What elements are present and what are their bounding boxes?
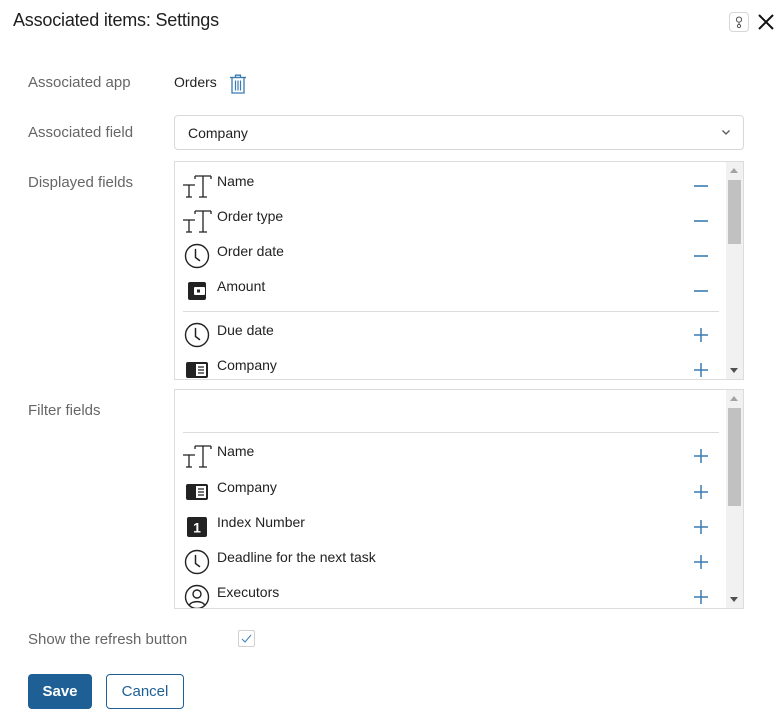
available-field-item[interactable]: Company <box>175 476 727 511</box>
scroll-thumb[interactable] <box>728 180 741 244</box>
save-button[interactable]: Save <box>28 674 92 709</box>
help-button[interactable] <box>729 12 749 32</box>
associated-field-label: Associated field <box>28 124 134 141</box>
scroll-up-arrow[interactable] <box>730 168 738 173</box>
filter-fields-label: Filter fields <box>28 402 101 419</box>
checkmark-icon <box>241 634 252 643</box>
displayed-field-item[interactable]: Amount <box>175 275 727 310</box>
available-field-item[interactable]: 1 Index Number <box>175 511 727 546</box>
clock-icon <box>182 321 212 349</box>
svg-text:1: 1 <box>193 520 201 536</box>
plus-icon <box>694 590 708 604</box>
scroll-thumb[interactable] <box>728 408 741 506</box>
field-label: Due date <box>217 322 274 338</box>
associated-field-select[interactable]: Company <box>174 115 744 150</box>
scroll-down-arrow[interactable] <box>730 368 738 373</box>
available-field-item[interactable]: Name <box>175 440 727 475</box>
minus-icon <box>694 255 708 257</box>
plus-icon <box>694 363 708 377</box>
field-label: Amount <box>217 278 266 294</box>
plus-icon <box>694 485 708 499</box>
filter-fields-list[interactable]: Name Company 1 Index Number Deadline for… <box>174 389 744 609</box>
clock-icon <box>182 242 212 270</box>
remove-field-button[interactable] <box>693 283 709 299</box>
field-label: Name <box>217 173 255 189</box>
add-field-button[interactable] <box>693 519 709 535</box>
plus-icon <box>694 328 708 342</box>
scroll-down-arrow[interactable] <box>730 597 738 602</box>
clock-icon <box>182 548 212 576</box>
add-field-button[interactable] <box>693 448 709 464</box>
available-field-item[interactable]: Deadline for the next task <box>175 546 727 581</box>
add-field-button[interactable] <box>693 327 709 343</box>
remove-field-button[interactable] <box>693 178 709 194</box>
cancel-button[interactable]: Cancel <box>106 674 184 709</box>
field-label: Name <box>217 443 255 459</box>
field-label: Order date <box>217 243 284 259</box>
add-field-button[interactable] <box>693 589 709 605</box>
available-field-item[interactable]: Executors <box>175 581 727 608</box>
field-label: Company <box>217 479 277 495</box>
minus-icon <box>694 290 708 292</box>
dialog-title: Associated items: Settings <box>13 10 219 30</box>
chevron-down-icon <box>722 130 730 135</box>
remove-field-button[interactable] <box>693 248 709 264</box>
help-icon <box>735 16 743 28</box>
displayed-field-item[interactable]: Name <box>175 170 727 205</box>
displayed-fields-list[interactable]: Name Order type Order date Amount Due da… <box>174 161 744 380</box>
number-one-icon: 1 <box>182 513 212 541</box>
displayed-fields-label: Displayed fields <box>28 174 134 191</box>
associated-app-label: Associated app <box>28 74 131 91</box>
plus-icon <box>694 555 708 569</box>
displayed-field-item[interactable]: Order date <box>175 240 727 275</box>
wallet-icon <box>182 277 212 305</box>
refresh-checkbox[interactable] <box>238 630 255 647</box>
app-card-icon <box>182 356 212 379</box>
field-label: Executors <box>217 584 280 600</box>
scrollbar[interactable] <box>726 390 743 608</box>
plus-icon <box>694 520 708 534</box>
associated-app-value: Orders <box>174 74 217 90</box>
list-divider <box>183 311 719 312</box>
text-type-icon <box>182 207 212 235</box>
remove-field-button[interactable] <box>693 213 709 229</box>
refresh-label: Show the refresh button <box>28 631 188 648</box>
close-button[interactable] <box>755 11 777 33</box>
minus-icon <box>694 220 708 222</box>
field-label: Deadline for the next task <box>217 549 376 565</box>
add-field-button[interactable] <box>693 554 709 570</box>
minus-icon <box>694 185 708 187</box>
field-label: Order type <box>217 208 284 224</box>
field-label: Index Number <box>217 514 305 530</box>
associated-field-value: Company <box>188 124 248 141</box>
add-field-button[interactable] <box>693 484 709 500</box>
close-icon <box>758 14 774 30</box>
text-type-icon <box>182 172 212 200</box>
text-type-icon <box>182 442 212 470</box>
trash-icon <box>230 74 246 94</box>
plus-icon <box>694 449 708 463</box>
app-card-icon <box>182 478 212 506</box>
available-field-item[interactable]: Company <box>175 354 727 379</box>
delete-app-button[interactable] <box>229 74 247 94</box>
field-label: Company <box>217 357 277 373</box>
displayed-field-item[interactable]: Order type <box>175 205 727 240</box>
add-field-button[interactable] <box>693 362 709 378</box>
scrollbar[interactable] <box>726 162 743 379</box>
available-field-item[interactable]: Due date <box>175 319 727 354</box>
scroll-up-arrow[interactable] <box>730 396 738 401</box>
user-circle-icon <box>182 583 212 608</box>
list-divider <box>183 432 719 433</box>
